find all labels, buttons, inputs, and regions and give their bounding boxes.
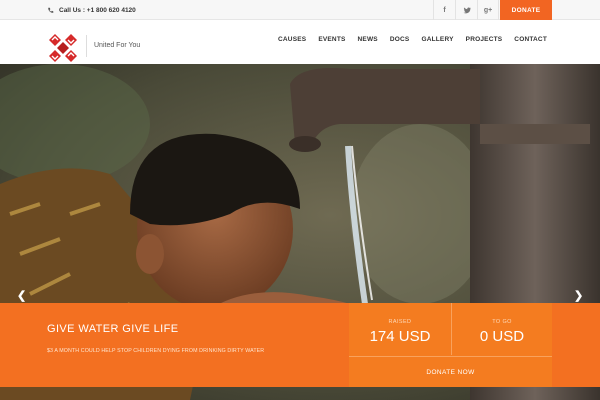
phone-icon: [48, 7, 54, 13]
nav-item-causes[interactable]: CAUSES: [278, 36, 306, 43]
nav-item-events[interactable]: EVENTS: [318, 36, 345, 43]
site-tagline: United For You: [94, 42, 141, 49]
twitter-icon[interactable]: [455, 0, 477, 20]
campaign-info: [0, 303, 349, 387]
google-plus-icon[interactable]: g+: [477, 0, 499, 20]
chevron-right-icon[interactable]: ❯: [574, 289, 583, 302]
main-nav: CAUSES EVENTS NEWS DOCS GALLERY PROJECTS…: [278, 36, 547, 43]
logo-divider: [86, 35, 87, 57]
site-header: United For You CAUSES EVENTS NEWS DOCS G…: [0, 20, 600, 64]
donate-now-button[interactable]: DONATE NOW: [349, 356, 552, 387]
raised-label: RAISED: [388, 319, 412, 325]
raised-stat: RAISED 174 USD: [349, 303, 452, 355]
to-go-label: TO GO: [492, 319, 512, 325]
to-go-stat: TO GO 0 USD: [452, 303, 552, 355]
top-donate-button[interactable]: DONATE: [500, 0, 552, 20]
to-go-value: 0 USD: [479, 328, 525, 345]
chevron-left-icon[interactable]: ❮: [17, 289, 26, 302]
facebook-icon[interactable]: f: [433, 0, 455, 20]
top-bar: Call Us : +1 800 620 4120 f g+ DONATE: [0, 0, 600, 20]
nav-item-projects[interactable]: PROJECTS: [466, 36, 503, 43]
nav-item-news[interactable]: NEWS: [358, 36, 378, 43]
nav-item-docs[interactable]: DOCS: [390, 36, 410, 43]
nav-item-contact[interactable]: CONTACT: [514, 36, 547, 43]
panel-edge: [552, 303, 600, 387]
phone-text: Call Us : +1 800 620 4120: [59, 6, 136, 14]
logo-icon[interactable]: [47, 32, 79, 64]
nav-item-gallery[interactable]: GALLERY: [421, 36, 453, 43]
campaign-description: $3 A MONTH COULD HELP STOP CHILDREN DYIN…: [47, 348, 265, 354]
campaign-title[interactable]: GIVE WATER GIVE LIFE: [47, 323, 178, 335]
campaign-panel: GIVE WATER GIVE LIFE $3 A MONTH COULD HE…: [0, 303, 600, 387]
raised-value: 174 USD: [369, 328, 431, 345]
phone-info: Call Us : +1 800 620 4120: [47, 0, 136, 20]
